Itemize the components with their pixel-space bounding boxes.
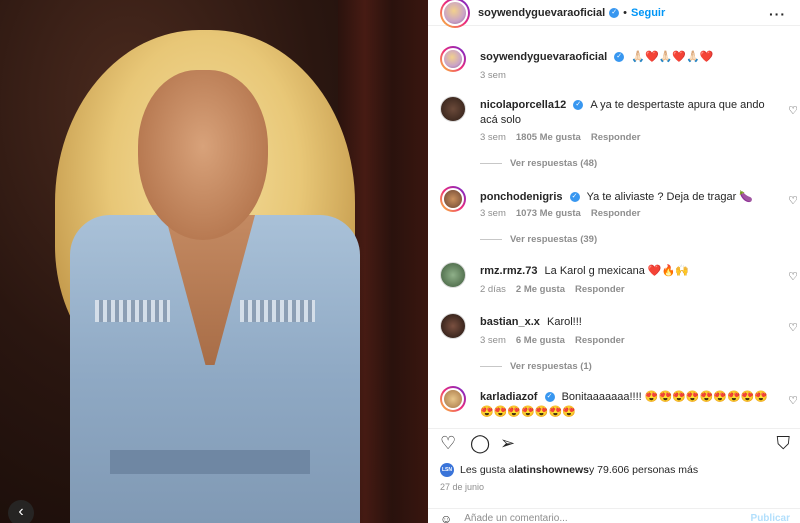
caption-text: 🙏🏻❤️🙏🏻❤️🙏🏻❤️ <box>631 51 714 63</box>
verified-icon: ✓ <box>573 100 584 111</box>
comment-likes[interactable]: 1805 Me gusta <box>516 132 581 143</box>
add-comment-bar: ☺ Añade un comentario... Publicar <box>428 508 800 523</box>
comment-text: Karol!!! <box>546 316 582 328</box>
comment-body: karladiazof ✓ Bonitaaaaaaa!!!! 😍😍😍😍😍😍😍😍😍… <box>480 390 780 420</box>
post-header: soywendyguevaraoficial ✓ • Seguir ··· <box>428 0 800 28</box>
comment-meta: 2 días 2 Me gusta Responder <box>480 284 625 295</box>
likes-summary: LSN Les gusta a latinshownews y 79.606 p… <box>440 463 698 477</box>
comment-time: 2 días <box>480 284 506 295</box>
heart-icon[interactable]: ♡ <box>440 433 456 454</box>
comment-likes[interactable]: 2 Me gusta <box>516 284 565 295</box>
likes-user[interactable]: latinshownews <box>514 464 589 476</box>
comment-like-heart-icon[interactable]: ♡ <box>788 270 798 283</box>
view-replies-label: Ver respuestas (39) <box>510 234 598 245</box>
reply-button[interactable]: Responder <box>591 208 641 219</box>
comment-username[interactable]: ponchodenigris <box>480 191 563 203</box>
post-panel: soywendyguevaraoficial ✓ • Seguir ··· so… <box>428 0 800 523</box>
comment-icon[interactable]: ◯ <box>470 433 490 454</box>
verified-icon: ✓ <box>609 7 620 18</box>
post-actions: ♡ ◯ ➢ ⛉ <box>428 428 800 458</box>
replies-line <box>480 239 502 240</box>
replies-line <box>480 163 502 164</box>
comment-meta: 3 sem 1805 Me gusta Responder <box>480 132 640 143</box>
view-replies-button[interactable]: Ver respuestas (1) <box>480 361 592 372</box>
comment-meta: 3 sem 1073 Me gusta Responder <box>480 208 640 219</box>
photo-face <box>138 70 268 240</box>
comment-body: nicolaporcella12 ✓ A ya te despertaste a… <box>480 98 780 128</box>
comment-avatar[interactable] <box>440 186 466 212</box>
verified-icon: ✓ <box>544 392 555 403</box>
emoji-picker-icon[interactable]: ☺ <box>440 512 452 523</box>
comment-like-heart-icon[interactable]: ♡ <box>788 104 798 117</box>
verified-icon: ✓ <box>569 192 580 203</box>
liker-avatar[interactable]: LSN <box>440 463 454 477</box>
comment-body: ponchodenigris ✓ Ya te aliviaste ? Deja … <box>480 190 780 205</box>
comment-avatar[interactable] <box>440 386 466 412</box>
view-replies-label: Ver respuestas (48) <box>510 158 598 169</box>
share-icon[interactable]: ➢ <box>500 433 515 454</box>
comment-username[interactable]: nicolaporcella12 <box>480 99 566 111</box>
comment-username[interactable]: rmz.rmz.73 <box>480 265 537 277</box>
author-avatar[interactable] <box>440 0 470 28</box>
comment-body: rmz.rmz.73 La Karol g mexicana ❤️🔥🙌 <box>480 264 780 279</box>
comment-username[interactable]: karladiazof <box>480 391 537 403</box>
comment-meta: 3 sem 6 Me gusta Responder <box>480 335 625 346</box>
view-replies-button[interactable]: Ver respuestas (39) <box>480 234 597 245</box>
carousel-prev-icon[interactable]: ‹ <box>8 500 34 523</box>
post-photo[interactable]: ‹ <box>0 0 428 523</box>
caption-meta: 3 sem <box>480 70 506 81</box>
author-username[interactable]: soywendyguevaraoficial <box>478 7 605 19</box>
caption-avatar[interactable] <box>440 46 466 72</box>
verified-icon: ✓ <box>614 52 625 63</box>
photo-belt <box>110 450 310 474</box>
comment-like-heart-icon[interactable]: ♡ <box>788 194 798 207</box>
comment-time: 3 sem <box>480 335 506 346</box>
view-replies-label: Ver respuestas (1) <box>510 361 592 372</box>
comment-time: 3 sem <box>480 132 506 143</box>
post-date[interactable]: 27 de junio <box>440 482 484 492</box>
reply-button[interactable]: Responder <box>591 132 641 143</box>
view-replies-button[interactable]: Ver respuestas (48) <box>480 158 597 169</box>
comment-avatar[interactable] <box>440 96 466 122</box>
likes-suffix[interactable]: y 79.606 personas más <box>589 464 698 476</box>
comment-username[interactable]: bastian_x.x <box>480 316 540 328</box>
photo-gem-trim-left <box>95 300 170 322</box>
caption-time: 3 sem <box>480 70 506 81</box>
photo-gem-trim-right <box>240 300 315 322</box>
comment-text: La Karol g mexicana ❤️🔥🙌 <box>544 265 689 277</box>
comment-likes[interactable]: 6 Me gusta <box>516 335 565 346</box>
comment-like-heart-icon[interactable]: ♡ <box>788 394 798 407</box>
comment-likes[interactable]: 1073 Me gusta <box>516 208 581 219</box>
likes-prefix: Les gusta a <box>460 464 515 476</box>
comments-list[interactable]: soywendyguevaraoficial ✓ 🙏🏻❤️🙏🏻❤️🙏🏻❤️ 3 … <box>428 40 800 420</box>
caption-body: soywendyguevaraoficial ✓ 🙏🏻❤️🙏🏻❤️🙏🏻❤️ <box>480 50 780 65</box>
reply-button[interactable]: Responder <box>575 335 625 346</box>
reply-button[interactable]: Responder <box>575 284 625 295</box>
comment-body: bastian_x.x Karol!!! <box>480 315 780 330</box>
comment-avatar[interactable] <box>440 313 466 339</box>
follow-button[interactable]: Seguir <box>631 7 665 19</box>
separator-dot: • <box>623 6 628 19</box>
more-horizontal-icon[interactable]: ··· <box>769 6 786 22</box>
comment-time: 3 sem <box>480 208 506 219</box>
replies-line <box>480 366 502 367</box>
comment-avatar[interactable] <box>440 262 466 288</box>
caption-username[interactable]: soywendyguevaraoficial <box>480 51 607 63</box>
comment-like-heart-icon[interactable]: ♡ <box>788 321 798 334</box>
publish-button[interactable]: Publicar <box>751 513 790 523</box>
comment-input[interactable]: Añade un comentario... <box>464 513 567 523</box>
bookmark-icon[interactable]: ⛉ <box>777 433 791 454</box>
comment-text: Ya te aliviaste ? Deja de tragar 🍆 <box>586 191 753 203</box>
